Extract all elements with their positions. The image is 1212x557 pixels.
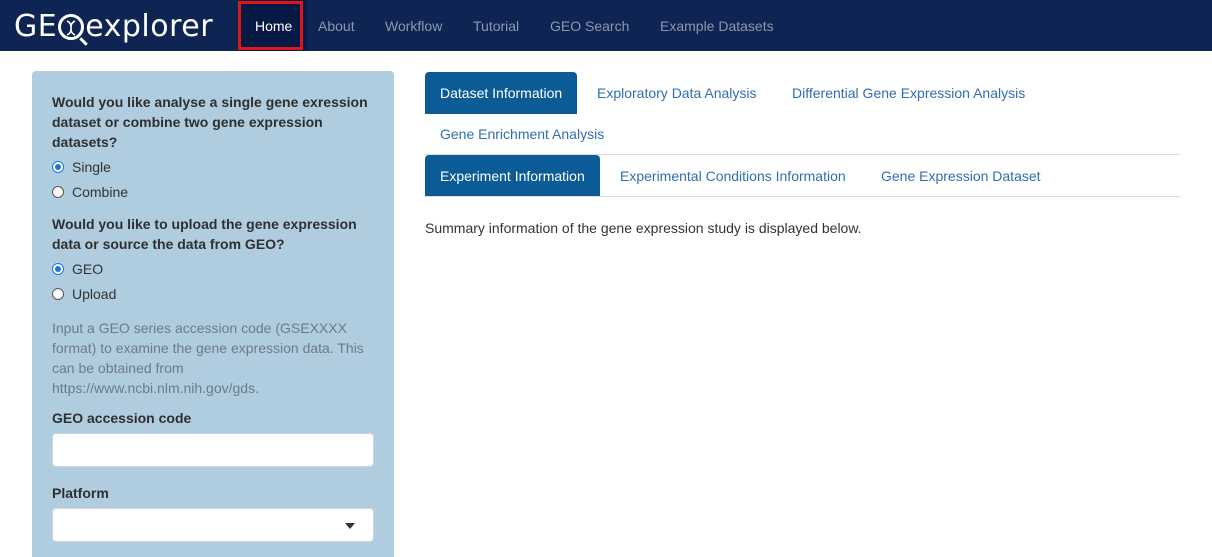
- highlight-box: [238, 1, 303, 50]
- data-source-question: Would you like to upload the gene expres…: [52, 216, 357, 252]
- brand-suffix: explorer: [85, 8, 214, 44]
- dataset-mode-question: Would you like analyse a single gene exr…: [52, 94, 368, 150]
- subtab-experiment-information[interactable]: Experiment Information: [425, 155, 600, 197]
- summary-text: Summary information of the gene expressi…: [425, 220, 862, 236]
- radio-combine[interactable]: Combine: [52, 179, 374, 204]
- radio-selected-icon[interactable]: [52, 262, 64, 275]
- radio-upload-label: Upload: [72, 285, 117, 302]
- platform-label: Platform: [52, 485, 109, 501]
- brand-prefix: GE: [14, 8, 58, 44]
- nav-tutorial[interactable]: Tutorial: [458, 0, 534, 51]
- tab-exploratory-data-analysis[interactable]: Exploratory Data Analysis: [582, 72, 772, 114]
- tab-gene-enrichment-analysis[interactable]: Gene Enrichment Analysis: [425, 114, 619, 154]
- dna-magnifier-icon: [58, 14, 85, 40]
- sidebar-panel: Would you like analyse a single gene exr…: [32, 71, 394, 557]
- tab-differential-gene-expression[interactable]: Differential Gene Expression Analysis: [777, 72, 1040, 114]
- radio-unselected-icon[interactable]: [52, 287, 64, 300]
- radio-geo-label: GEO: [72, 260, 104, 277]
- top-navbar: GE explorer Home About Workflow Tutorial…: [0, 0, 1212, 51]
- radio-unselected-icon[interactable]: [52, 185, 64, 198]
- radio-combine-label: Combine: [72, 183, 129, 200]
- nav-about[interactable]: About: [303, 0, 370, 51]
- tab-dataset-information[interactable]: Dataset Information: [425, 72, 578, 114]
- nav-workflow[interactable]: Workflow: [370, 0, 457, 51]
- subtab-experimental-conditions[interactable]: Experimental Conditions Information: [605, 155, 861, 197]
- nav-geo-search[interactable]: GEO Search: [535, 0, 644, 51]
- radio-single[interactable]: Single: [52, 154, 374, 179]
- nav-example-datasets[interactable]: Example Datasets: [645, 0, 789, 51]
- platform-select[interactable]: [52, 508, 374, 542]
- radio-upload[interactable]: Upload: [52, 281, 374, 306]
- accession-label: GEO accession code: [52, 410, 192, 426]
- radio-single-label: Single: [72, 158, 111, 175]
- accession-input[interactable]: [52, 433, 374, 467]
- chevron-down-icon: [345, 523, 355, 529]
- accession-help-text: Input a GEO series accession code (GSEXX…: [52, 320, 364, 396]
- subtabs-divider: [425, 196, 1180, 197]
- radio-geo[interactable]: GEO: [52, 256, 374, 281]
- subtab-gene-expression-dataset[interactable]: Gene Expression Dataset: [866, 155, 1056, 197]
- radio-selected-icon[interactable]: [52, 160, 64, 173]
- app-logo[interactable]: GE explorer: [14, 8, 213, 44]
